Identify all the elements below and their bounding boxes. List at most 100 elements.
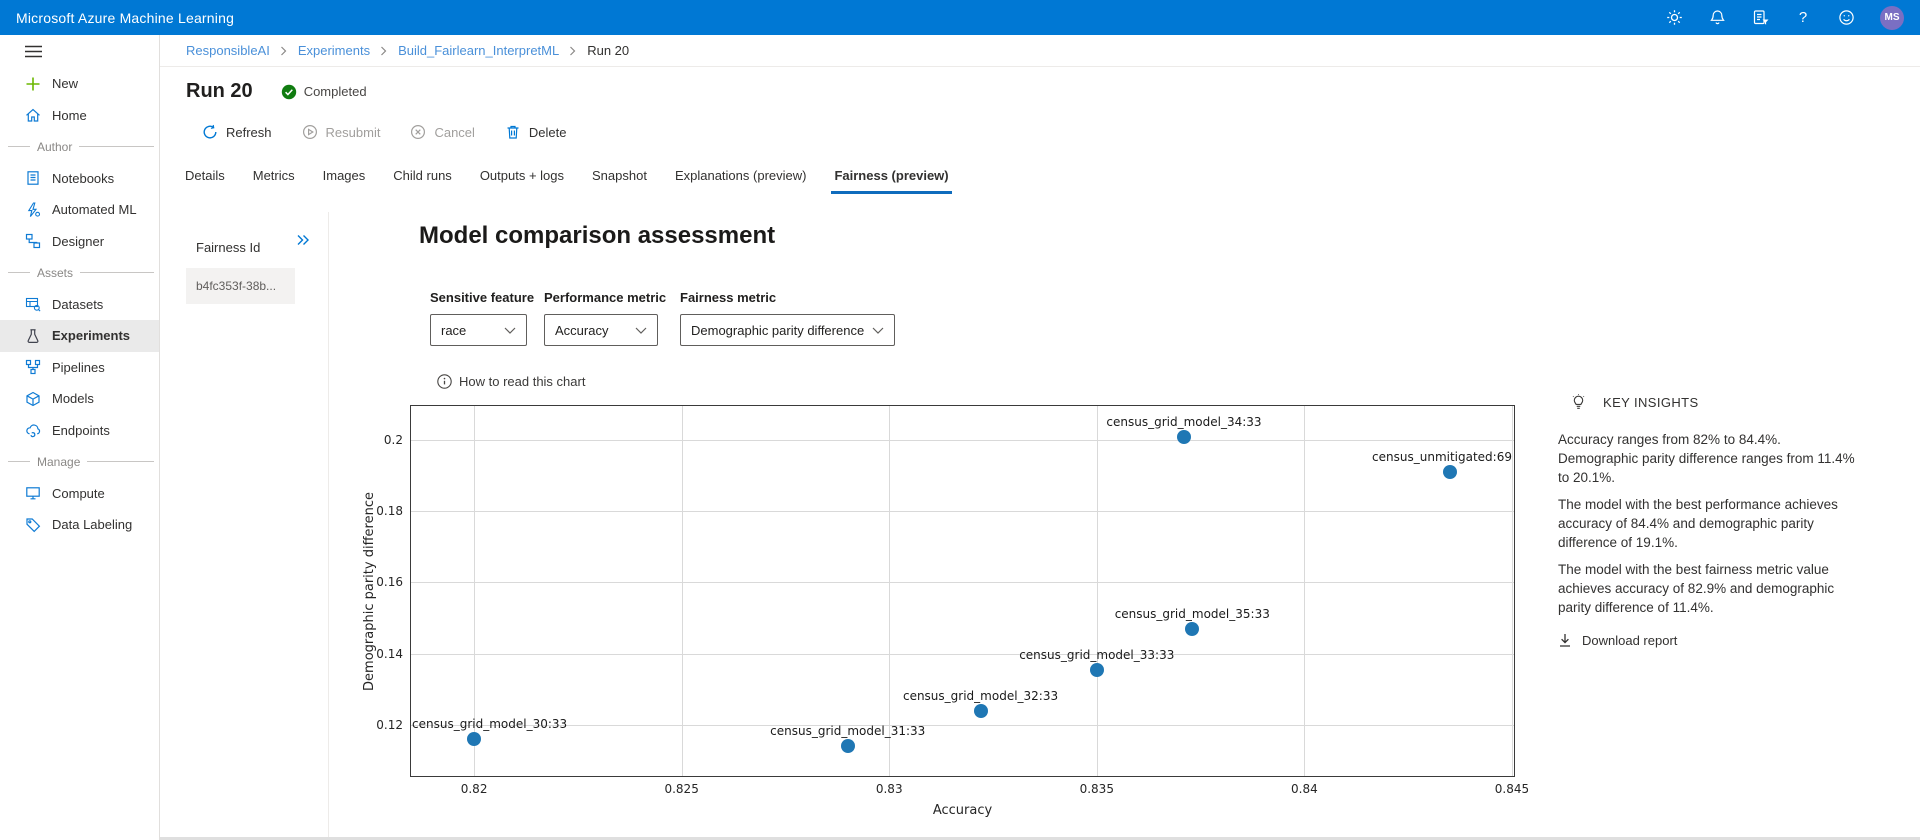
y-gridline [411, 440, 1514, 441]
run-tabs: Details Metrics Images Child runs Output… [160, 168, 1920, 194]
y-tick-label: 0.2 [384, 433, 403, 447]
sidebar-item-datasets[interactable]: Datasets [0, 289, 159, 321]
how-to-read-chart-link[interactable]: How to read this chart [437, 374, 585, 389]
breadcrumb-current: Run 20 [587, 43, 629, 58]
breadcrumb-link[interactable]: Build_Fairlearn_InterpretML [398, 43, 559, 58]
tab-images[interactable]: Images [323, 168, 366, 194]
scatter-point-label: census_grid_model_34:33 [1106, 415, 1261, 429]
resubmit-button[interactable]: Resubmit [296, 120, 387, 144]
tab-metrics[interactable]: Metrics [253, 168, 295, 194]
scatter-point-label: census_grid_model_30:33 [412, 717, 567, 731]
resubmit-icon [302, 124, 318, 140]
sidebar-item-pipelines[interactable]: Pipelines [0, 352, 159, 384]
sidebar-section-manage: Manage [0, 446, 159, 478]
scatter-point-label: census_grid_model_32:33 [903, 689, 1058, 703]
breadcrumb-link[interactable]: ResponsibleAI [186, 43, 270, 58]
y-gridline [411, 725, 1514, 726]
sidebar-item-compute[interactable]: Compute [0, 478, 159, 510]
plus-icon [25, 76, 41, 92]
sensitive-feature-label: Sensitive feature [430, 290, 534, 305]
sidebar-item-label: Notebooks [52, 171, 114, 186]
tab-details[interactable]: Details [185, 168, 225, 194]
sidebar-item-endpoints[interactable]: Endpoints [0, 415, 159, 447]
settings-gear-icon[interactable] [1665, 9, 1683, 27]
sidebar-item-label: Compute [52, 486, 105, 501]
status-text: Completed [304, 84, 367, 99]
refresh-icon [202, 124, 218, 140]
collapse-panel-icon[interactable] [293, 230, 313, 250]
sidebar-item-notebooks[interactable]: Notebooks [0, 163, 159, 195]
scatter-point[interactable] [974, 704, 988, 718]
fairness-metric-dropdown[interactable]: Demographic parity difference [680, 314, 895, 346]
tab-fairness[interactable]: Fairness (preview) [834, 168, 948, 194]
cancel-button[interactable]: Cancel [404, 120, 480, 144]
fairness-id-value[interactable]: b4fc353f-38b... [186, 268, 295, 304]
breadcrumb: ResponsibleAI Experiments Build_Fairlear… [160, 35, 1920, 67]
sidebar-item-new[interactable]: New [0, 68, 159, 100]
sensitive-feature-dropdown[interactable]: race [430, 314, 527, 346]
sidebar-item-label: Experiments [52, 328, 130, 343]
scatter-plot-area: Demographic parity difference Accuracy 0… [410, 405, 1515, 777]
notifications-bell-icon[interactable] [1708, 9, 1726, 27]
scatter-point-label: census_grid_model_35:33 [1115, 607, 1270, 621]
fairness-metric-filter: Fairness metric Demographic parity diffe… [680, 290, 895, 346]
scatter-point[interactable] [1443, 465, 1457, 479]
x-tick-label: 0.835 [1080, 782, 1114, 796]
sensitive-feature-filter: Sensitive feature race [430, 290, 534, 346]
data-labeling-tag-icon [25, 517, 41, 533]
scatter-point-label: census_grid_model_31:33 [770, 724, 925, 738]
x-gridline [889, 406, 890, 776]
y-gridline [411, 582, 1514, 583]
lightbulb-icon [1570, 394, 1587, 411]
x-gridline [1304, 406, 1305, 776]
refresh-button[interactable]: Refresh [196, 120, 278, 144]
sidebar-item-models[interactable]: Models [0, 383, 159, 415]
fairness-id-label: Fairness Id [196, 240, 260, 255]
run-header: Run 20 Completed [160, 80, 1920, 103]
tab-child-runs[interactable]: Child runs [393, 168, 452, 194]
key-insights-body: Accuracy ranges from 82% to 84.4%. Demog… [1558, 430, 1860, 625]
breadcrumb-link[interactable]: Experiments [298, 43, 370, 58]
sidebar-item-label: Designer [52, 234, 104, 249]
x-tick-label: 0.84 [1291, 782, 1318, 796]
insight-paragraph: The model with the best fairness metric … [1558, 560, 1860, 617]
scatter-point[interactable] [1177, 430, 1191, 444]
sidebar-item-home[interactable]: Home [0, 100, 159, 132]
app-title: Microsoft Azure Machine Learning [16, 10, 234, 26]
feedback-smiley-icon[interactable] [1837, 9, 1855, 27]
download-report-label: Download report [1582, 633, 1677, 648]
sidebar-item-experiments[interactable]: Experiments [0, 320, 159, 352]
scatter-point[interactable] [1185, 622, 1199, 636]
scatter-point[interactable] [467, 732, 481, 746]
download-report-link[interactable]: Download report [1558, 633, 1677, 648]
sidebar-item-data-labeling[interactable]: Data Labeling [0, 509, 159, 541]
delete-button[interactable]: Delete [499, 120, 573, 144]
cancel-label: Cancel [434, 125, 474, 140]
how-to-read-chart-label: How to read this chart [459, 374, 585, 389]
x-tick-label: 0.845 [1495, 782, 1529, 796]
y-tick-label: 0.14 [376, 647, 403, 661]
chevron-right-icon [569, 46, 577, 56]
experiments-flask-icon [25, 328, 41, 344]
tasks-filter-icon[interactable] [1751, 9, 1769, 27]
sidebar-item-designer[interactable]: Designer [0, 226, 159, 258]
azure-ml-app: Microsoft Azure Machine Learning [0, 0, 1920, 840]
performance-metric-dropdown[interactable]: Accuracy [544, 314, 658, 346]
tab-explanations[interactable]: Explanations (preview) [675, 168, 807, 194]
y-tick-label: 0.16 [376, 575, 403, 589]
insight-paragraph: Accuracy ranges from 82% to 84.4%. Demog… [1558, 430, 1860, 487]
scatter-point[interactable] [841, 739, 855, 753]
hamburger-menu-icon[interactable] [0, 35, 159, 68]
delete-trash-icon [505, 124, 521, 140]
scatter-point[interactable] [1090, 663, 1104, 677]
sidebar-section-author: Author [0, 131, 159, 163]
y-gridline [411, 654, 1514, 655]
user-avatar[interactable]: MS [1880, 6, 1904, 30]
tab-snapshot[interactable]: Snapshot [592, 168, 647, 194]
info-icon [437, 374, 452, 389]
key-insights-header: KEY INSIGHTS [1570, 394, 1699, 411]
help-icon[interactable]: ? [1794, 9, 1812, 27]
sidebar-item-automated-ml[interactable]: Automated ML [0, 194, 159, 226]
tab-outputs-logs[interactable]: Outputs + logs [480, 168, 564, 194]
refresh-label: Refresh [226, 125, 272, 140]
